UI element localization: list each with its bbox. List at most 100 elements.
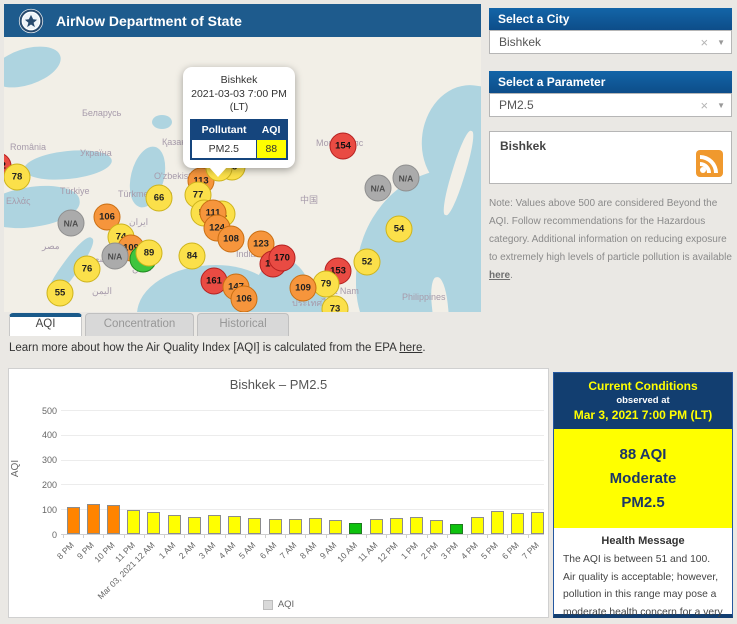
clear-parameter-icon[interactable]: × [693, 98, 715, 113]
chart-legend[interactable]: AQI [9, 599, 548, 610]
x-tick-label: 1 PM [398, 540, 420, 562]
conditions-header: Current Conditions observed at Mar 3, 20… [554, 373, 732, 429]
x-tick [285, 534, 287, 538]
aqi-bar [450, 524, 464, 534]
x-tick-label: 1 AM [156, 540, 178, 561]
aqi-map-marker[interactable]: 154 [329, 132, 357, 160]
rss-icon[interactable] [696, 150, 723, 177]
tab-historical[interactable]: Historical [197, 313, 289, 336]
aqi-bar [288, 518, 302, 534]
popup-col-pollutant: Pollutant [191, 119, 257, 140]
aqi-bar [66, 506, 80, 534]
x-tick-label: 6 AM [257, 540, 279, 561]
x-tick [143, 534, 145, 538]
aqi-map-marker[interactable]: 73 [321, 295, 349, 312]
tab-aqi[interactable]: AQI [9, 313, 82, 336]
popup-timezone: (LT) [229, 101, 249, 114]
note-here-link[interactable]: here [489, 270, 510, 281]
parameter-select[interactable]: PM2.5 × ▼ [489, 93, 732, 117]
x-tick-label: 2 AM [176, 540, 198, 561]
aqi-map-marker[interactable]: 84 [178, 242, 206, 270]
x-tick [406, 534, 408, 538]
x-tick-label: 12 PM [374, 540, 400, 565]
chevron-down-icon[interactable]: ▼ [715, 38, 725, 47]
city-select-value: Bishkek [499, 35, 542, 49]
aqi-map-marker[interactable]: N/A [57, 209, 85, 237]
observed-datetime: Mar 3, 2021 7:00 PM (LT) [573, 408, 713, 422]
y-tick-label: 200 [41, 479, 57, 490]
aqi-map-marker[interactable]: 170 [268, 244, 296, 272]
map[interactable]: БеларусьУкраїнаRomâniaΕλλάςTürkiyeҚазақс… [4, 37, 481, 312]
aqi-map-marker[interactable]: 76 [73, 255, 101, 283]
aqi-map-marker[interactable]: N/A [364, 174, 392, 202]
aqi-bar [248, 517, 262, 534]
aqi-bar [531, 512, 545, 534]
x-tick [244, 534, 246, 538]
aqi-map-marker[interactable]: 78 [4, 163, 31, 191]
x-tick [426, 534, 428, 538]
tab-concentration[interactable]: Concentration [85, 313, 194, 336]
y-tick-label: 400 [41, 430, 57, 441]
x-tick-label: 11 AM [355, 540, 380, 564]
aqi-chart: Bishkek – PM2.5 AQI 0 100 200 300 400 500 8 PM… [8, 368, 549, 618]
x-tick-label: 3 PM [438, 540, 460, 562]
x-tick-label: 3 AM [196, 540, 218, 561]
x-tick [507, 534, 509, 538]
x-tick [527, 534, 529, 538]
learn-more-text: Learn more about how the Air Quality Ind… [9, 342, 426, 354]
popup-pollutant-value: PM2.5 [190, 138, 257, 160]
clear-city-icon[interactable]: × [693, 35, 715, 50]
chevron-down-icon[interactable]: ▼ [715, 101, 725, 110]
x-tick [83, 534, 85, 538]
aqi-map-marker[interactable]: N/A [392, 164, 420, 192]
x-tick [184, 534, 186, 538]
x-tick-label: 10 AM [334, 540, 359, 565]
map-popup: Bishkek 2021-03-03 7:00 PM (LT) Pollutan… [183, 67, 295, 177]
aqi-bar [369, 518, 383, 534]
aqi-map-marker[interactable]: 55 [46, 279, 74, 307]
aqi-pollutant: PM2.5 [621, 494, 665, 511]
x-tick [163, 534, 165, 538]
x-tick [345, 534, 347, 538]
aqi-map-marker[interactable]: 89 [135, 239, 163, 267]
aqi-bar [147, 512, 161, 534]
x-tick [487, 534, 489, 538]
aqi-bar [329, 519, 343, 534]
aqi-bar [409, 517, 423, 534]
aqi-map-marker[interactable]: 108 [217, 225, 245, 253]
aqi-summary: 88 AQI Moderate PM2.5 [554, 429, 732, 528]
gridline [61, 484, 544, 486]
x-tick-label: 5 AM [237, 540, 258, 561]
aqi-bar [167, 514, 181, 534]
aqi-map-marker[interactable]: 54 [385, 215, 413, 243]
x-tick [264, 534, 266, 538]
popup-tail [209, 166, 227, 177]
aqi-map-marker[interactable]: 106 [230, 285, 258, 312]
parameter-select-header: Select a Parameter [489, 71, 732, 93]
aqi-map-marker[interactable]: 109 [289, 274, 317, 302]
aqi-map-marker[interactable]: 66 [145, 184, 173, 212]
popup-table: Pollutant AQI PM2.5 88 [190, 118, 288, 160]
aqi-bar [430, 519, 444, 534]
x-tick [62, 534, 64, 538]
gridline [61, 534, 544, 535]
x-tick [446, 534, 448, 538]
epa-here-link[interactable]: here [399, 342, 422, 354]
x-tick [365, 534, 367, 538]
aqi-bar [389, 518, 403, 534]
aqi-map-marker[interactable]: 79 [312, 270, 340, 298]
x-tick-label: 5 PM [479, 540, 501, 562]
y-tick-label: 0 [51, 529, 57, 540]
aqi-map-marker[interactable]: N/A [101, 242, 129, 270]
x-tick [305, 534, 307, 538]
app-title: AirNow Department of State [56, 12, 242, 29]
app-header: AirNow Department of State [4, 4, 481, 37]
aqi-map-marker[interactable]: 52 [353, 248, 381, 276]
x-tick-label: 4 PM [458, 540, 481, 562]
aqi-bar [86, 503, 100, 534]
city-select[interactable]: Bishkek × ▼ [489, 30, 732, 54]
map-place-label: ايران [129, 217, 149, 227]
map-place-label: مصر [42, 241, 60, 251]
learn-more-post: . [422, 342, 426, 354]
x-tick [386, 534, 388, 538]
